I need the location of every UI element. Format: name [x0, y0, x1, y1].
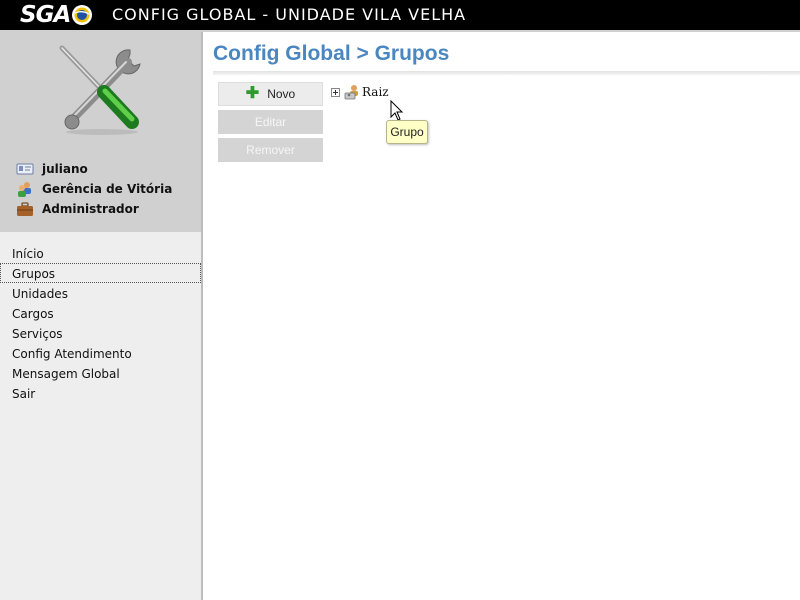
menu-item-inicio[interactable]: Início — [0, 243, 201, 263]
sidebar-menu: Início Grupos Unidades Cargos Serviços C… — [0, 243, 201, 403]
tools-icon — [59, 45, 141, 135]
app-title: CONFIG GLOBAL - UNIDADE VILA VELHA — [112, 5, 467, 24]
group-tree: Raiz — [331, 84, 389, 100]
remove-button[interactable]: Remover — [218, 138, 323, 162]
logo-text: SGA — [20, 2, 71, 28]
profile-panel: juliano Gerência de Vitória Administrado… — [0, 32, 201, 232]
role-name: Administrador — [42, 202, 139, 216]
plus-icon: ✚ — [245, 85, 260, 102]
edit-button[interactable]: Editar — [218, 110, 323, 134]
id-card-icon — [16, 163, 34, 175]
mouse-cursor-icon — [390, 100, 404, 121]
menu-item-unidades[interactable]: Unidades — [0, 283, 201, 303]
remove-button-label: Remover — [246, 143, 295, 157]
title-divider — [213, 71, 800, 75]
menu-item-mensagem-global[interactable]: Mensagem Global — [0, 363, 201, 383]
new-button[interactable]: ✚ Novo — [218, 82, 323, 106]
sidebar: juliano Gerência de Vitória Administrado… — [0, 32, 203, 600]
plus-expander-icon[interactable] — [331, 87, 340, 97]
new-button-label: Novo — [267, 87, 296, 101]
group-node-icon — [344, 85, 358, 100]
edit-button-label: Editar — [254, 115, 287, 129]
sga-logo: SGA — [20, 3, 93, 27]
menu-item-sair[interactable]: Sair — [0, 383, 201, 403]
menu-item-cargos[interactable]: Cargos — [0, 303, 201, 323]
unit-name: Gerência de Vitória — [42, 182, 173, 196]
user-line: juliano — [16, 160, 88, 178]
user-name: juliano — [42, 162, 88, 176]
page-title: Config Global > Grupos — [213, 42, 450, 65]
tooltip: Grupo — [386, 120, 428, 144]
briefcase-icon — [17, 202, 33, 216]
people-icon — [18, 182, 31, 197]
menu-item-config-atendimento[interactable]: Config Atendimento — [0, 343, 201, 363]
menu-item-grupos[interactable]: Grupos — [0, 263, 201, 283]
menu-item-servicos[interactable]: Serviços — [0, 323, 201, 343]
role-line: Administrador — [16, 200, 139, 218]
top-bar: SGA CONFIG GLOBAL - UNIDADE VILA VELHA — [0, 0, 800, 30]
unit-line: Gerência de Vitória — [16, 180, 172, 198]
globe-icon — [72, 5, 93, 25]
tree-node-raiz[interactable]: Raiz — [362, 85, 389, 99]
